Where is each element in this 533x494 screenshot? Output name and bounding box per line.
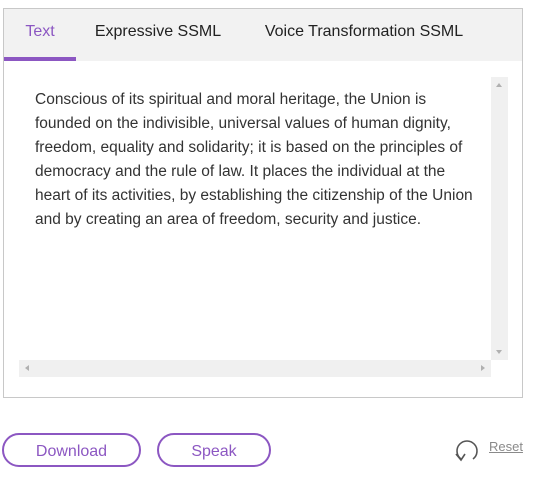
tab-bar: Text Expressive SSML Voice Transformatio…: [4, 9, 522, 61]
reset-label[interactable]: Reset: [489, 439, 523, 454]
horizontal-scrollbar[interactable]: [19, 360, 491, 377]
scrollbar-corner: [491, 360, 508, 377]
vertical-scrollbar[interactable]: [491, 77, 508, 360]
tab-voice-transformation-ssml[interactable]: Voice Transformation SSML: [254, 9, 474, 61]
text-input-area[interactable]: Conscious of its spiritual and moral her…: [19, 77, 508, 377]
input-text[interactable]: Conscious of its spiritual and moral her…: [35, 88, 475, 232]
reset-button[interactable]: Reset: [451, 436, 531, 466]
tab-text[interactable]: Text: [4, 9, 76, 61]
scroll-down-arrow-icon[interactable]: [496, 350, 502, 354]
scroll-left-arrow-icon[interactable]: [25, 365, 29, 371]
tab-expressive-ssml[interactable]: Expressive SSML: [82, 9, 234, 61]
tabbed-text-panel: Text Expressive SSML Voice Transformatio…: [3, 8, 523, 398]
scroll-right-arrow-icon[interactable]: [481, 365, 485, 371]
scroll-up-arrow-icon[interactable]: [496, 83, 502, 87]
speak-button[interactable]: Speak: [157, 433, 271, 467]
undo-arrow-icon: [455, 440, 478, 462]
download-button[interactable]: Download: [2, 433, 141, 467]
